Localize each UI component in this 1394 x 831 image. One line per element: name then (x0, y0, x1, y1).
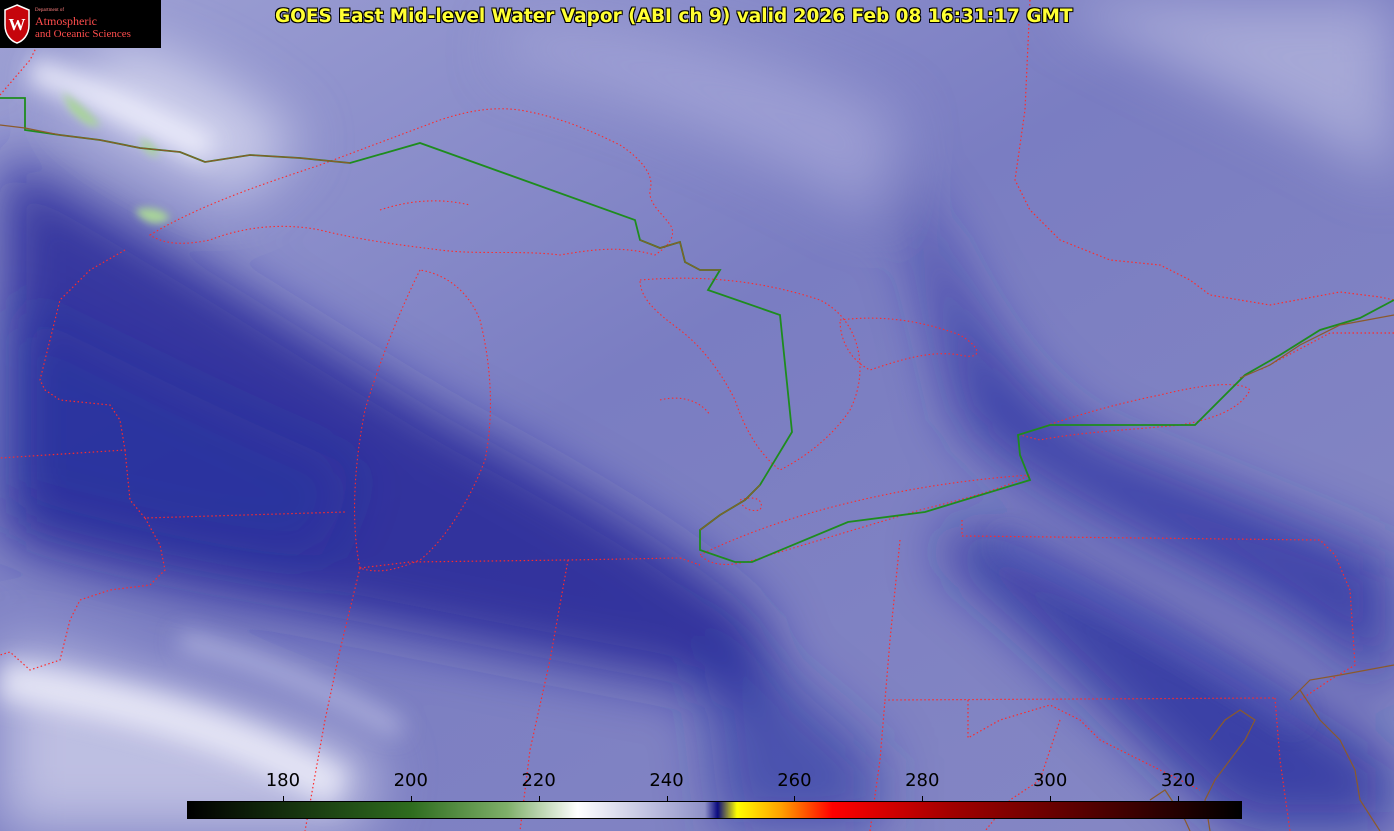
colorbar-tick-label: 300 (1032, 770, 1068, 791)
colorbar-tick-label: 200 (393, 770, 428, 791)
colorbar-tick-label: 260 (777, 770, 812, 791)
image-title: GOES East Mid-level Water Vapor (ABI ch … (275, 6, 1073, 27)
uw-aos-logo[interactable]: W Department of Atmospheric and Oceanic … (0, 0, 161, 48)
colorbar-tick-label: 320 (1160, 770, 1196, 791)
logo-line-1: Atmospheric (35, 14, 97, 28)
logo-seal-letter: W (9, 15, 26, 34)
uw-crest-icon: W (4, 4, 30, 44)
water-vapor-map (0, 0, 1394, 831)
logo-line-2: and Oceanic Sciences (35, 28, 131, 40)
temperature-colorbar (187, 801, 1242, 819)
colorbar-tick-label: 240 (649, 770, 684, 791)
colorbar-tick-label: 180 (265, 770, 301, 791)
colorbar-tick-label: 220 (521, 770, 556, 791)
logo-dept-text: Department of (35, 8, 65, 13)
colorbar-tick-label: 280 (905, 770, 940, 791)
